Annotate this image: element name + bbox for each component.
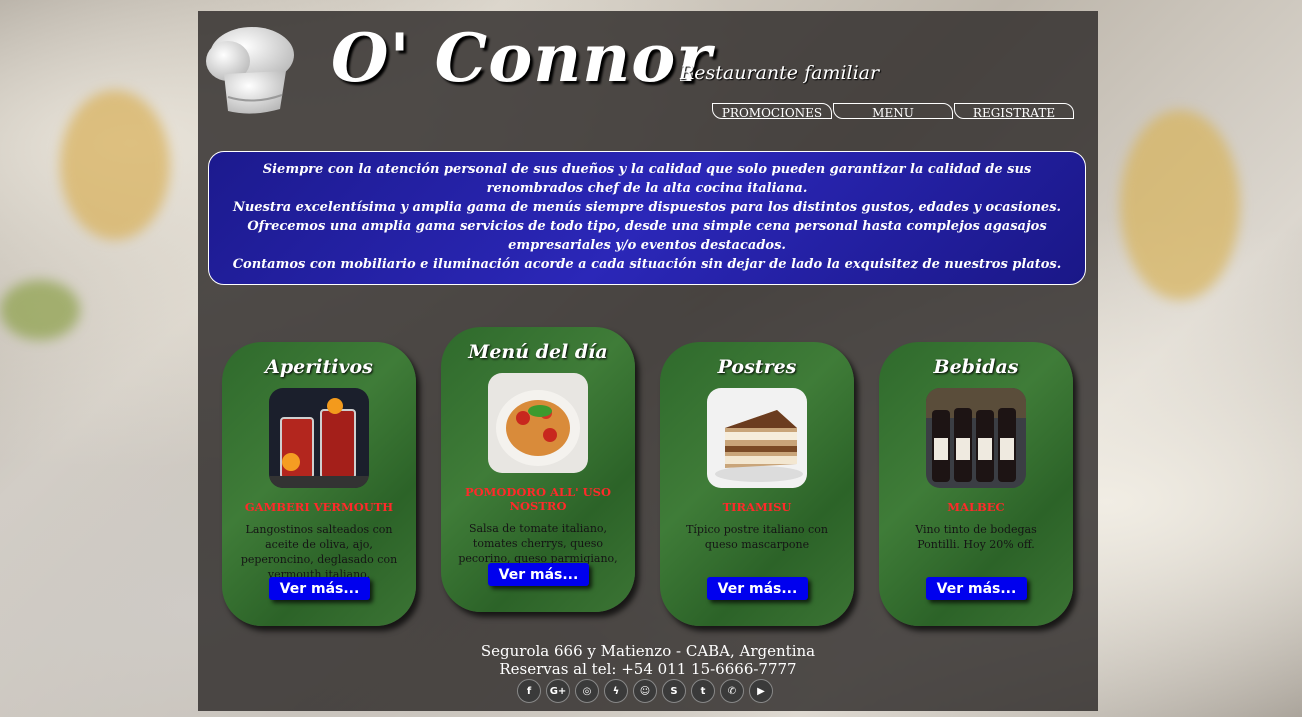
card-bebidas: Bebidas MALBEC Vino tinto de bodegas Pon…: [879, 342, 1073, 626]
twitter-icon[interactable]: t: [691, 679, 715, 703]
dish-description: Vino tinto de bodegas Pontilli. Hoy 20% …: [915, 523, 1037, 551]
ver-mas-button[interactable]: Ver más...: [926, 577, 1027, 600]
dish-name: POMODORO ALL' USO NOSTRO: [465, 485, 611, 513]
card-aperitivos: Aperitivos GAMBERI VERMOUTH Langostinos …: [222, 342, 416, 626]
nav-promociones[interactable]: PROMOCIONES: [712, 103, 832, 120]
messenger-icon[interactable]: ϟ: [604, 679, 628, 703]
background-photo: [60, 90, 170, 240]
card-title: Menú del día: [468, 341, 608, 363]
intro-line: Siempre con la atención personal de sus …: [262, 162, 1032, 196]
background-photo-right: [1120, 110, 1240, 300]
nav-menu[interactable]: MENU: [833, 103, 953, 120]
background-plant: [0, 280, 80, 340]
facebook-icon[interactable]: f: [517, 679, 541, 703]
main-nav: PROMOCIONES MENU REGISTRATE: [712, 103, 1074, 120]
cocktail-image: [269, 388, 369, 488]
brand-tagline: Restaurante familiar: [680, 62, 880, 84]
footer-phone: Reservas al tel: +54 011 15-6666-7777: [499, 660, 797, 678]
card-title: Bebidas: [933, 356, 1019, 378]
pasta-image: [488, 373, 588, 473]
social-links: f G+ ◎ ϟ ☺ S t ✆ ▶: [517, 679, 773, 703]
dish-name: MALBEC: [947, 500, 1005, 514]
google-plus-icon[interactable]: G+: [546, 679, 570, 703]
youtube-icon[interactable]: ▶: [749, 679, 773, 703]
dish-description: Típico postre italiano con queso mascarp…: [686, 523, 828, 551]
skype-icon[interactable]: S: [662, 679, 686, 703]
intro-line: Nuestra excelentísima y amplia gama de m…: [232, 200, 1062, 215]
whatsapp-icon[interactable]: ✆: [720, 679, 744, 703]
intro-line: Contamos con mobiliario e iluminación ac…: [232, 257, 1062, 272]
brand-name: O' Connor: [331, 19, 712, 97]
ver-mas-button[interactable]: Ver más...: [269, 577, 370, 600]
chef-hat-logo: [206, 27, 294, 114]
card-postres: Postres TIRAMISU Típico postre italiano …: [660, 342, 854, 626]
ver-mas-button[interactable]: Ver más...: [488, 563, 589, 586]
dish-name: GAMBERI VERMOUTH: [244, 500, 394, 514]
snapchat-icon[interactable]: ☺: [633, 679, 657, 703]
footer-address: Segurola 666 y Matienzo - CABA, Argentin…: [480, 642, 816, 660]
card-title: Aperitivos: [265, 356, 373, 378]
intro-box: Siempre con la atención personal de sus …: [208, 151, 1086, 285]
wine-bottles-image: [926, 388, 1026, 488]
tiramisu-image: [707, 388, 807, 488]
dish-description: Langostinos salteados con aceite de oliv…: [240, 523, 398, 581]
footer: Segurola 666 y Matienzo - CABA, Argentin…: [198, 642, 1098, 678]
instagram-icon[interactable]: ◎: [575, 679, 599, 703]
card-menu-del-dia: Menú del día POMODORO ALL' USO NOSTRO Sa…: [441, 327, 635, 612]
card-title: Postres: [717, 356, 797, 378]
intro-line: Ofrecemos una amplia gama servicios de t…: [247, 219, 1047, 253]
ver-mas-button[interactable]: Ver más...: [707, 577, 808, 600]
nav-registrate[interactable]: REGISTRATE: [954, 103, 1074, 120]
dish-name: TIRAMISU: [722, 500, 792, 514]
main-container: O' Connor Restaurante familiar PROMOCION…: [198, 11, 1098, 711]
